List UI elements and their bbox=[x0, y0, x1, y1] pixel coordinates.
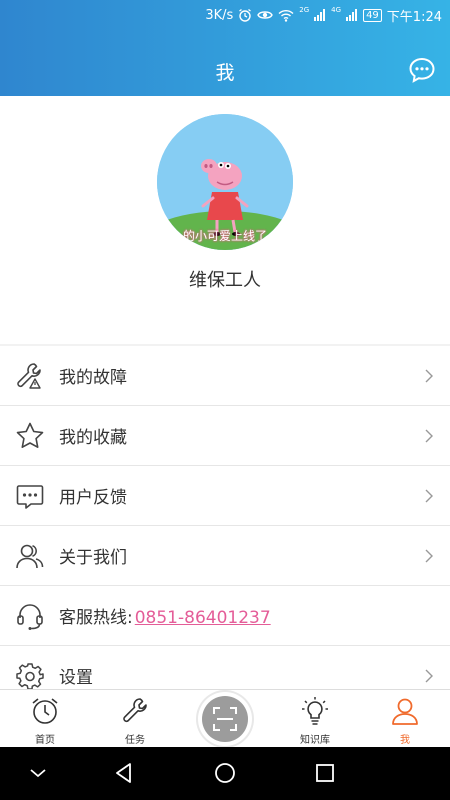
app-header: 3K/s 2G 4G 49 下午1:24 我 bbox=[0, 0, 450, 96]
wrench-warning-icon bbox=[17, 363, 41, 389]
tab-label: 任务 bbox=[125, 735, 145, 746]
avatar-caption: 的小可爱上线了 bbox=[182, 229, 267, 243]
clock-icon bbox=[32, 698, 58, 724]
alarm-icon bbox=[239, 8, 252, 22]
chevron-right-icon bbox=[425, 369, 433, 383]
hotline-label: 客服热线: bbox=[59, 608, 133, 628]
tab-knowledge-base[interactable]: 知识库 bbox=[270, 690, 360, 748]
scan-icon bbox=[213, 707, 237, 731]
menu-item-label: 客服热线: 0851-86401237 bbox=[59, 603, 271, 628]
chevron-right-icon bbox=[425, 669, 433, 683]
menu-item-my-faults[interactable]: 我的故障 bbox=[0, 346, 450, 406]
menu-item-label: 设置 bbox=[59, 668, 93, 688]
menu-item-my-favorites[interactable]: 我的收藏 bbox=[0, 406, 450, 466]
tab-home[interactable]: 首页 bbox=[0, 690, 90, 748]
menu-item-label: 我的故障 bbox=[59, 368, 127, 388]
star-icon bbox=[16, 422, 44, 448]
avatar[interactable]: 的小可爱上线了 bbox=[157, 114, 293, 250]
lightbulb-icon bbox=[302, 697, 328, 725]
recent-apps-icon[interactable] bbox=[313, 761, 337, 785]
chevron-right-icon bbox=[425, 489, 433, 503]
network-type-1: 2G bbox=[299, 6, 310, 14]
user-icon bbox=[392, 698, 418, 725]
system-navigation-bar bbox=[0, 747, 450, 800]
menu-item-about-us[interactable]: 关于我们 bbox=[0, 526, 450, 586]
tab-tasks[interactable]: 任务 bbox=[90, 690, 180, 748]
feedback-icon bbox=[16, 485, 44, 509]
signal-icon-2 bbox=[346, 9, 358, 21]
chat-bubble-icon[interactable] bbox=[408, 56, 436, 84]
scan-button[interactable] bbox=[198, 692, 252, 746]
eye-icon bbox=[257, 11, 274, 19]
headset-icon bbox=[17, 604, 43, 630]
tab-label: 我 bbox=[400, 735, 410, 746]
chevron-right-icon bbox=[425, 549, 433, 563]
status-bar: 3K/s 2G 4G 49 下午1:24 bbox=[0, 0, 450, 30]
signal-icon-1 bbox=[314, 9, 326, 21]
tab-label: 首页 bbox=[35, 735, 55, 746]
menu-item-label: 关于我们 bbox=[59, 548, 127, 568]
menu-item-label: 用户反馈 bbox=[59, 488, 127, 508]
profile-section: 的小可爱上线了 维保工人 bbox=[0, 96, 450, 344]
scan-button-inner bbox=[202, 696, 248, 742]
gear-icon bbox=[16, 663, 44, 690]
page-title: 我 bbox=[215, 62, 235, 84]
title-bar: 我 bbox=[0, 52, 450, 88]
battery-indicator: 49 bbox=[363, 8, 382, 22]
wifi-icon bbox=[278, 9, 294, 22]
back-icon[interactable] bbox=[112, 761, 136, 785]
clock-time: 下午1:24 bbox=[386, 9, 442, 25]
collapse-icon[interactable] bbox=[26, 761, 50, 785]
menu-item-feedback[interactable]: 用户反馈 bbox=[0, 466, 450, 526]
menu-item-hotline[interactable]: 客服热线: 0851-86401237 bbox=[0, 586, 450, 646]
user-name: 维保工人 bbox=[189, 270, 261, 291]
tab-me[interactable]: 我 bbox=[360, 690, 450, 748]
hotline-phone-link[interactable]: 0851-86401237 bbox=[135, 608, 271, 628]
network-speed: 3K/s bbox=[205, 7, 234, 23]
home-icon[interactable] bbox=[213, 761, 237, 785]
network-type-2: 4G bbox=[331, 6, 342, 14]
menu-list: 我的故障 我的收藏 用户反馈 关于我们 客服热线: 0851-86401237 … bbox=[0, 346, 450, 706]
menu-item-label: 我的收藏 bbox=[59, 428, 127, 448]
wrench-icon bbox=[123, 698, 147, 723]
chevron-right-icon bbox=[425, 429, 433, 443]
tab-label: 知识库 bbox=[300, 735, 330, 746]
users-icon bbox=[16, 544, 44, 569]
